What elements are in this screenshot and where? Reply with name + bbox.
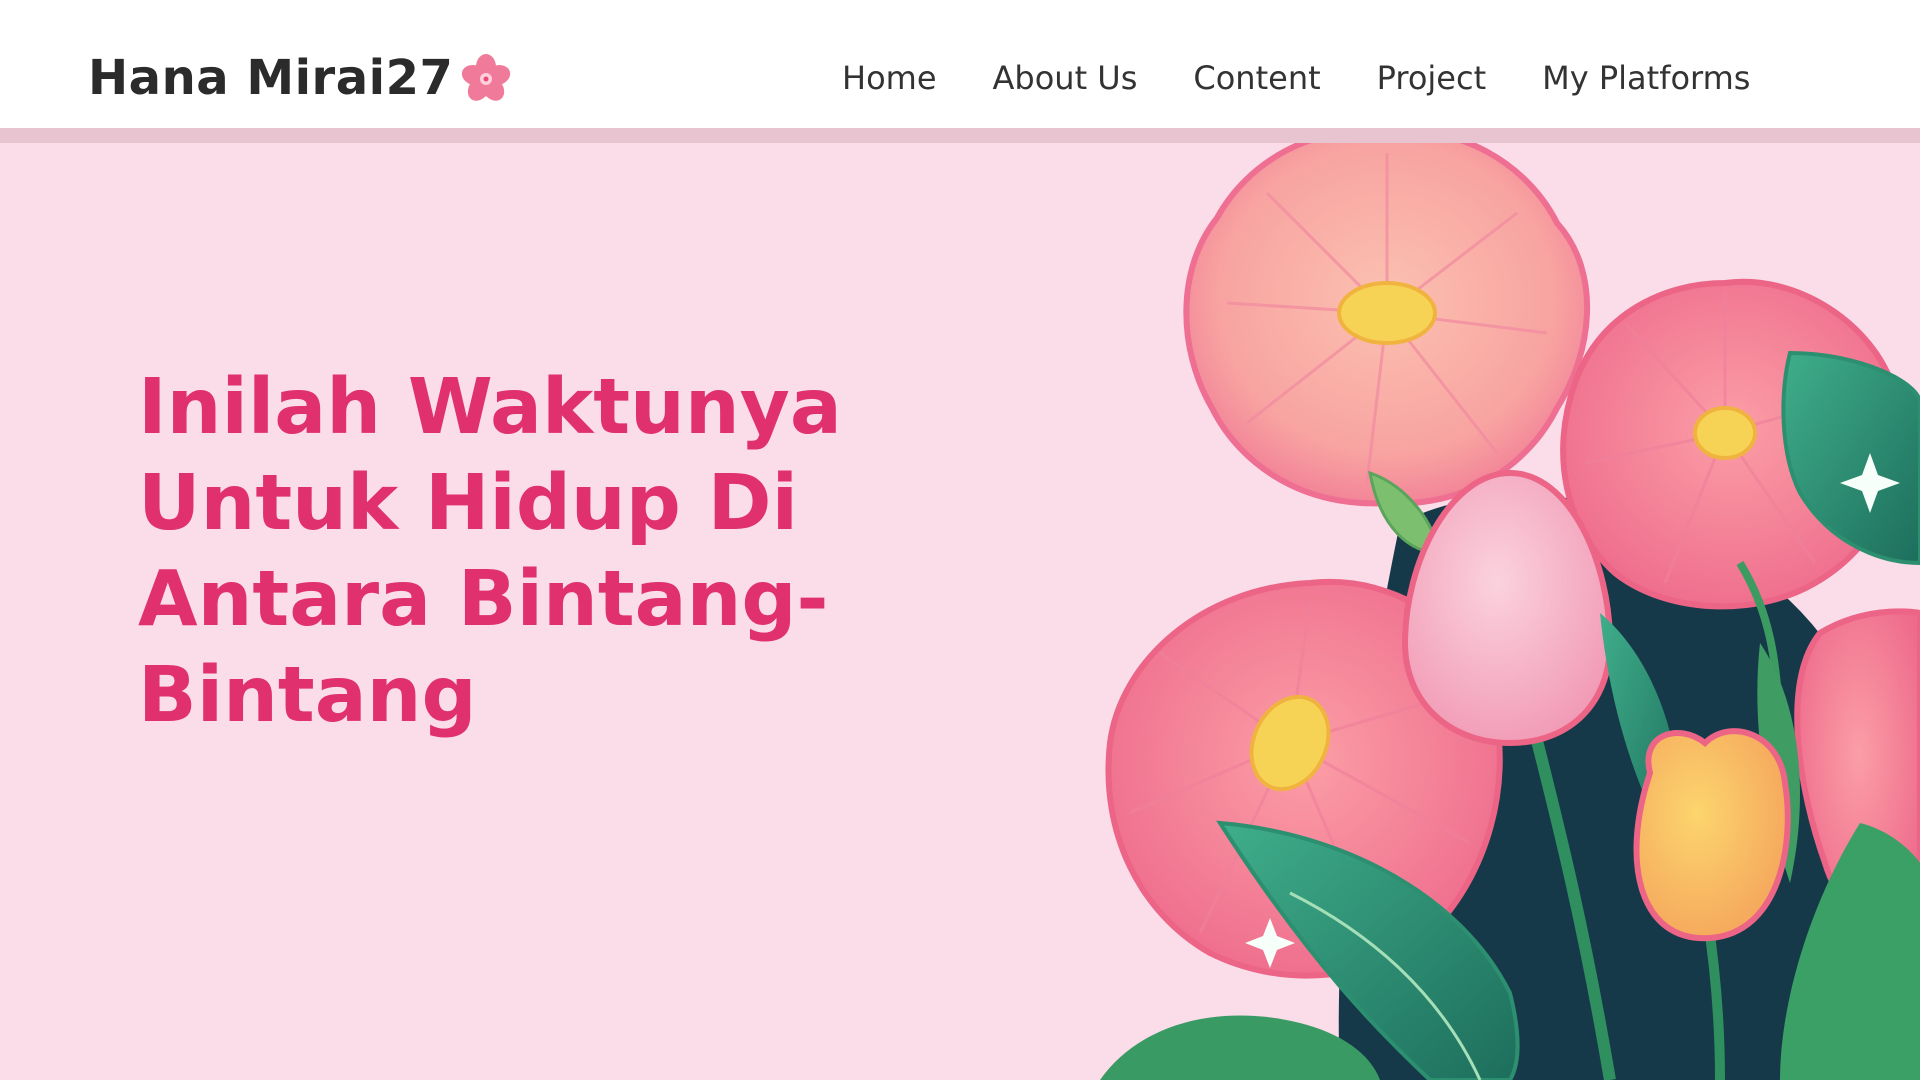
pink-flowers-illustration: [1100, 143, 1920, 1080]
brand-logo[interactable]: Hana Mirai27: [88, 50, 513, 106]
hero-title: Inilah Waktunya Untuk Hidup Di Antara Bi…: [138, 363, 842, 740]
cherry-blossom-icon: [462, 54, 511, 101]
nav-content[interactable]: Content: [1193, 58, 1320, 98]
site-header: Hana Mirai27 Home About Us Content Proje…: [0, 0, 1920, 143]
nav-home[interactable]: Home: [842, 58, 937, 98]
nav-about-us[interactable]: About Us: [993, 58, 1138, 98]
nav-my-platforms[interactable]: My Platforms: [1542, 58, 1750, 98]
nav-project[interactable]: Project: [1377, 58, 1486, 98]
brand-name: Hana Mirai27: [88, 50, 454, 106]
main-nav: Home About Us Content Project My Platfor…: [842, 58, 1750, 98]
